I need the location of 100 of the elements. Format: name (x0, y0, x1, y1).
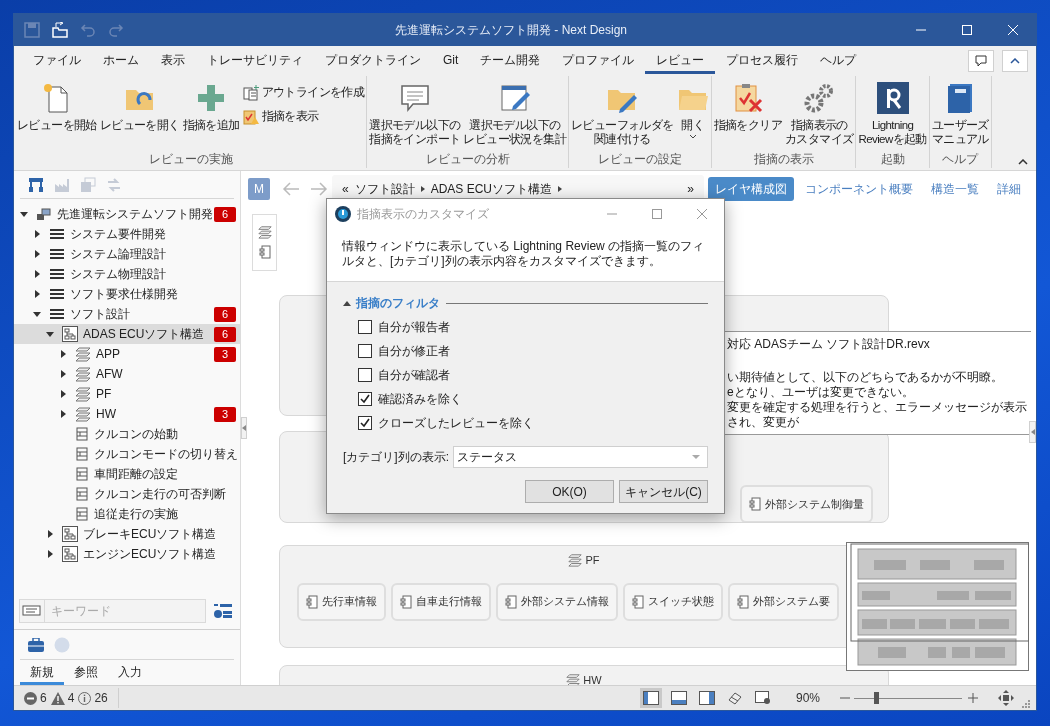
component-node[interactable]: 外部システム要 (728, 582, 839, 621)
tree-item[interactable]: AFW (14, 364, 240, 384)
comment-button[interactable] (968, 50, 994, 72)
export-icon[interactable] (52, 22, 68, 38)
ribbon-button[interactable]: アウトラインを作成 (241, 82, 366, 104)
checkbox[interactable] (358, 368, 372, 382)
blocks-icon (36, 206, 52, 222)
scroll-right-button[interactable]: » (687, 179, 694, 198)
move-icon[interactable] (998, 690, 1014, 706)
scroll-left-button[interactable]: « (342, 179, 349, 198)
chevron-up-icon[interactable] (1018, 159, 1028, 165)
list-icon (49, 246, 65, 262)
ribbon-button[interactable]: 指摘を表示 (241, 106, 366, 128)
ribbon-button[interactable]: レビューを開く (98, 80, 181, 152)
group-label: 指摘の表示 (753, 152, 814, 167)
ribbon-button[interactable]: ユーザーズ マニュアル (930, 80, 990, 152)
tree-item[interactable]: ブレーキECUソフト構造 (14, 524, 240, 544)
tree-item[interactable]: 追従走行の実施 (14, 504, 240, 524)
ribbon-button[interactable]: レビューを開始 (16, 80, 98, 152)
ribbon-tab[interactable]: プロダクトライン (314, 48, 432, 74)
group-header[interactable]: 指摘のフィルタ (343, 294, 440, 312)
view-tab[interactable]: 詳細 (990, 176, 1028, 201)
tree-item[interactable]: ADAS ECUソフト構造 6 (14, 324, 240, 344)
ribbon-tab[interactable]: Git (432, 48, 470, 74)
resize-grip-icon[interactable] (1022, 700, 1030, 708)
ribbon-tab[interactable]: プロセス履行 (715, 48, 810, 74)
ribbon-tab[interactable]: レビュー (645, 48, 716, 74)
breadcrumb-item[interactable]: ソフト設計 (354, 179, 415, 198)
tree-item[interactable]: APP 3 (14, 344, 240, 364)
tree-item[interactable]: システム要件開発 (14, 224, 240, 244)
breadcrumb-item[interactable]: ADAS ECUソフト構造 (430, 179, 553, 198)
checkbox[interactable] (358, 416, 372, 430)
tree-item[interactable]: HW 3 (14, 404, 240, 424)
ribbon-tab[interactable]: チーム開発 (469, 48, 552, 74)
toolbox-icon[interactable] (28, 637, 44, 652)
filter-checkbox[interactable]: クローズしたレビューを除く (358, 414, 708, 432)
category-dropdown[interactable]: ステータス (453, 446, 708, 468)
tree-item[interactable]: ソフト要求仕様開発 (14, 284, 240, 304)
filter-checkbox[interactable]: 自分が報告者 (358, 318, 708, 336)
ribbon-button[interactable]: 指摘をクリア (712, 80, 784, 152)
panel-tab[interactable]: 参照 (64, 661, 108, 685)
layer-label: PF (568, 552, 600, 569)
tree-item[interactable]: クルコン走行の可否判断 (14, 484, 240, 504)
hierarchy-icon[interactable] (28, 176, 44, 193)
info-list-icon[interactable] (214, 603, 232, 619)
tree-item[interactable]: 車間距離の設定 (14, 464, 240, 484)
tree-item[interactable]: PF (14, 384, 240, 404)
component-node[interactable]: スイッチ状態 (623, 582, 723, 621)
ribbon-button[interactable]: 開く (675, 80, 710, 152)
checkbox[interactable] (358, 392, 372, 406)
tree-item[interactable]: ソフト設計 6 (14, 304, 240, 324)
structure-icon (62, 546, 78, 562)
tree-item[interactable]: システム論理設計 (14, 244, 240, 264)
checkbox[interactable] (358, 344, 372, 358)
view-tab[interactable]: レイヤ構成図 (708, 176, 794, 201)
tree-item[interactable]: クルコンの始動 (14, 424, 240, 444)
component-node[interactable]: 自車走行情報 (391, 582, 491, 621)
collapse-handle[interactable] (241, 417, 247, 439)
plus-icon[interactable] (968, 693, 978, 703)
ribbon-tab[interactable]: 表示 (150, 48, 196, 74)
ribbon-button[interactable]: 選択モデル以下の 指摘をインポート (368, 80, 462, 152)
search-field[interactable]: キーワード (45, 599, 206, 623)
component-node[interactable]: 外部システム制御量 (740, 484, 873, 522)
left-pane-icon[interactable] (640, 688, 662, 708)
info-icon (78, 691, 92, 705)
collapse-handle[interactable] (1029, 421, 1036, 443)
ribbon-tab[interactable]: プロファイル (551, 48, 646, 74)
layers-icon (75, 366, 91, 382)
ribbon-button[interactable]: 指摘を追加 (181, 80, 241, 152)
checkbox[interactable] (358, 320, 372, 334)
dialog-button[interactable]: キャンセル(C) (619, 480, 708, 503)
slider-thumb[interactable] (873, 692, 879, 704)
bottom-pane-icon[interactable] (668, 688, 690, 708)
check-icon (360, 418, 370, 428)
dialog-button[interactable]: OK(O) (525, 480, 614, 503)
component-node[interactable]: 外部システム情報 (496, 582, 618, 621)
zoom-slider[interactable] (854, 691, 962, 705)
clipboard-warning-icon (242, 109, 259, 125)
ribbon-tab[interactable]: ファイル (22, 48, 92, 74)
ribbon-button[interactable]: 選択モデル以下の レビュー状況を集計 (462, 80, 568, 152)
tree-item[interactable]: クルコンモードの切り替え (14, 444, 240, 464)
minimap[interactable] (846, 542, 1029, 671)
ribbon-button[interactable]: レビューフォルダを 関連付ける (570, 80, 675, 152)
view-tab[interactable]: 構造一覧 (924, 176, 986, 201)
tree-item[interactable]: システム物理設計 (14, 264, 240, 284)
ribbon-button[interactable]: Lightning Reviewを起動 (857, 80, 928, 152)
tree-item[interactable]: エンジンECUソフト構造 (14, 544, 240, 564)
ribbon-button[interactable]: 指摘表示の カスタマイズ (784, 80, 855, 152)
panel-tab[interactable]: 入力 (108, 661, 152, 685)
filter-checkbox[interactable]: 確認済みを除く (358, 390, 708, 408)
filter-checkbox[interactable]: 自分が確認者 (358, 366, 708, 384)
ribbon-tab[interactable]: トレーサビリティ (196, 48, 314, 74)
view-tab[interactable]: コンポーネント概要 (798, 176, 920, 201)
collapse-ribbon-button[interactable] (1002, 50, 1028, 72)
right-pane-icon[interactable] (696, 688, 718, 708)
filter-checkbox[interactable]: 自分が修正者 (358, 342, 708, 360)
tree-item[interactable]: 先進運転システムソフト開発 6 (14, 204, 240, 224)
ribbon-tab[interactable]: ヘルプ (809, 48, 868, 74)
component-node[interactable]: 先行車情報 (297, 582, 386, 621)
ribbon-tab[interactable]: ホーム (92, 48, 150, 74)
